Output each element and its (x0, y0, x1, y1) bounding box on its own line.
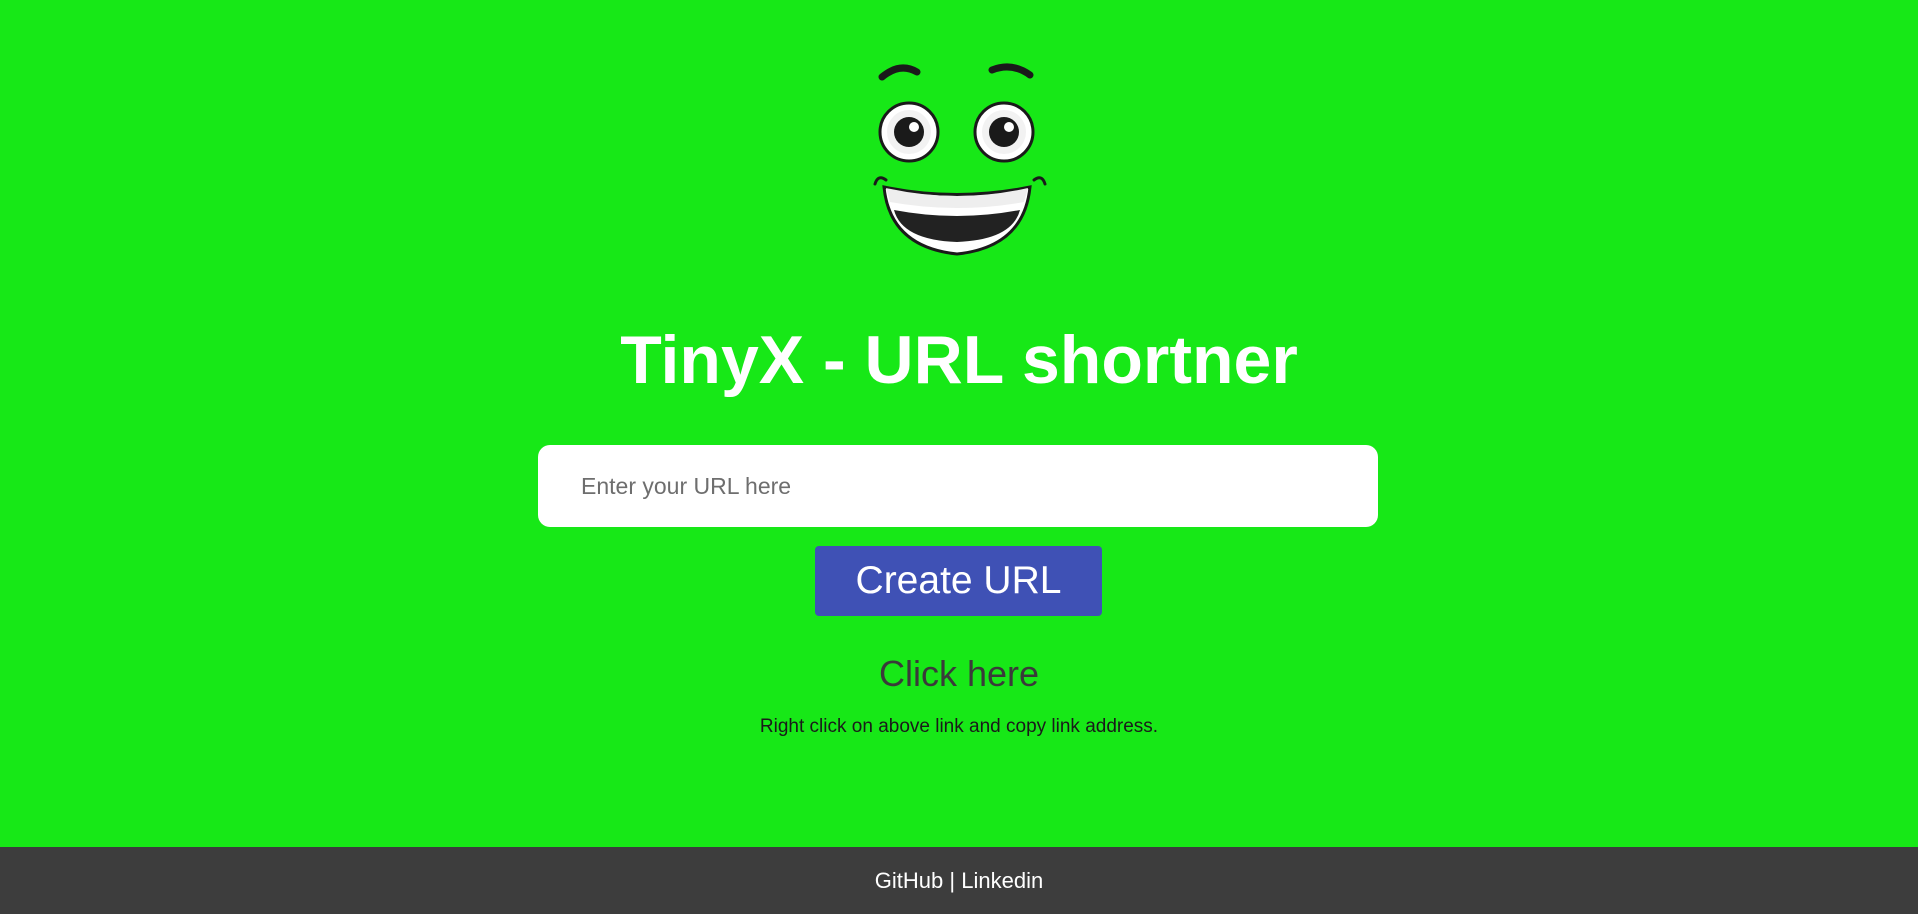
create-url-button[interactable]: Create URL (815, 546, 1102, 616)
linkedin-link[interactable]: Linkedin (961, 868, 1043, 893)
smiley-face-icon (873, 63, 1047, 256)
github-link[interactable]: GitHub (875, 868, 943, 893)
footer-separator: | (943, 868, 962, 893)
footer: GitHub | Linkedin (0, 847, 1918, 914)
copy-hint-text: Right click on above link and copy link … (759, 716, 1159, 737)
short-url-link[interactable]: Click here (0, 650, 1918, 698)
url-input[interactable] (538, 445, 1378, 527)
main-content: TinyX - URL shortner Create URL Click he… (0, 0, 1918, 847)
page-title: TinyX - URL shortner (620, 322, 1298, 398)
